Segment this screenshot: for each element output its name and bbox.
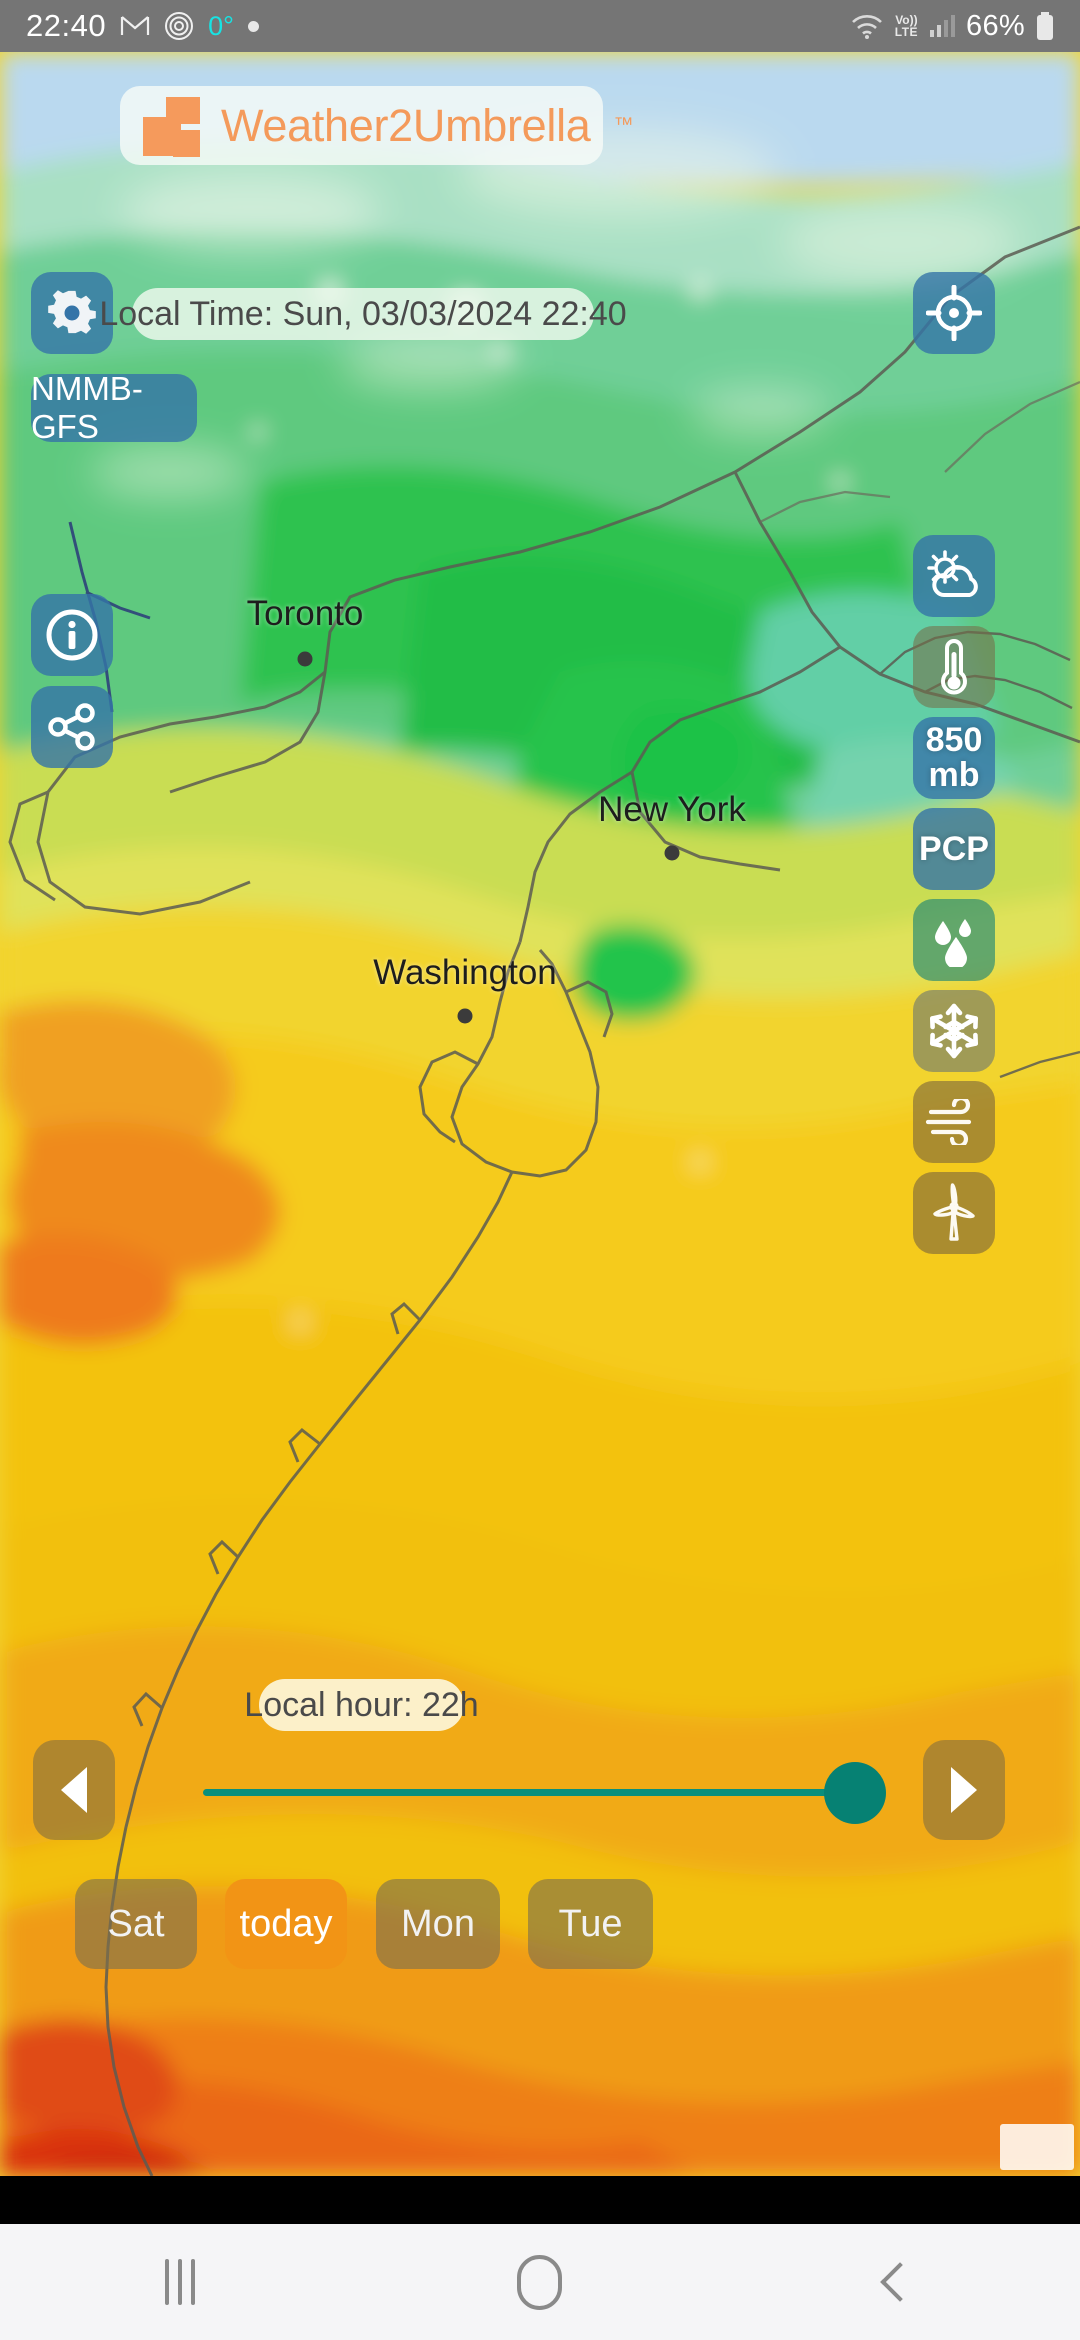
battery-percent: 66% [966, 9, 1025, 42]
trademark-symbol: ™ [613, 114, 634, 136]
info-button[interactable] [31, 594, 113, 676]
day-button-today[interactable]: today [225, 1879, 347, 1969]
back-button[interactable] [720, 2262, 1080, 2302]
local-time-label: Local Time: Sun, 03/03/2024 22:40 [99, 288, 627, 340]
status-bar-left: 22:40 0° [26, 8, 259, 44]
sun-cloud-icon [927, 550, 978, 597]
signal-icon [930, 15, 956, 37]
status-bar: 22:40 0° Vo)) LTE 66% [0, 0, 1080, 52]
precipitation-button-label: PCP [919, 829, 989, 868]
wind-energy-layer-button[interactable] [913, 1172, 995, 1254]
day-selector: Sat today Mon Tue [0, 1879, 1080, 1979]
hour-slider-thumb[interactable] [824, 1762, 886, 1824]
home-button[interactable] [360, 2254, 720, 2310]
day-label: Sat [107, 1902, 165, 1945]
day-button-sat[interactable]: Sat [75, 1879, 197, 1969]
day-button-mon[interactable]: Mon [376, 1879, 500, 1969]
day-label: Mon [401, 1902, 475, 1945]
city-point-new-york [664, 845, 680, 861]
day-label: Tue [558, 1902, 623, 1945]
stacked-squares-logo-icon [142, 95, 204, 157]
gear-icon [48, 290, 96, 334]
app-root: 22:40 0° Vo)) LTE 66% Toronto New York W… [0, 0, 1080, 2340]
fingerprint-icon [165, 12, 194, 40]
gmail-icon [120, 16, 150, 35]
share-button[interactable] [31, 686, 113, 768]
recent-apps-icon [164, 2259, 195, 2305]
rain-layer-button[interactable] [913, 899, 995, 981]
dot-icon [247, 20, 259, 32]
city-point-toronto [297, 651, 313, 667]
app-title: Weather2Umbrella [221, 99, 591, 151]
city-label-new-york: New York [598, 790, 746, 829]
city-label-toronto: Toronto [246, 594, 364, 633]
city-point-washington [457, 1008, 473, 1024]
app-logo-banner[interactable]: Weather2Umbrella ™ [120, 86, 634, 165]
model-button[interactable]: NMMB-GFS [31, 370, 197, 445]
home-icon [517, 2254, 563, 2310]
status-temperature: 0° [208, 10, 234, 41]
timeline-controls [0, 1740, 1080, 1840]
battery-icon [1037, 12, 1053, 40]
system-nav-bar [0, 2224, 1080, 2340]
volte-icon: Vo)) LTE [894, 13, 919, 39]
locate-button[interactable] [913, 272, 995, 354]
wind-turbine-icon [933, 1183, 975, 1241]
status-bar-right: Vo)) LTE 66% [850, 10, 1054, 43]
pressure-button-label: 850 mb [925, 721, 983, 794]
wind-layer-button[interactable] [913, 1081, 995, 1163]
chevron-left-icon [61, 1767, 87, 1813]
wifi-icon [851, 15, 882, 39]
next-hour-button[interactable] [923, 1740, 1005, 1840]
chevron-right-icon [951, 1767, 977, 1813]
previous-hour-button[interactable] [33, 1740, 115, 1840]
crosshair-icon [926, 285, 982, 341]
model-button-label: NMMB-GFS [31, 370, 143, 445]
raindrops-icon [935, 919, 971, 967]
wind-icon [925, 1099, 972, 1145]
info-icon [46, 609, 98, 661]
day-label: today [239, 1902, 333, 1945]
snowflake-icon [930, 1003, 978, 1059]
hour-slider-track[interactable] [203, 1789, 875, 1796]
map-watermark [1000, 2124, 1074, 2170]
share-icon [48, 703, 95, 751]
day-button-tue[interactable]: Tue [528, 1879, 653, 1969]
snow-layer-button[interactable] [913, 990, 995, 1072]
thermometer-icon [941, 638, 967, 695]
recent-apps-button[interactable] [0, 2259, 360, 2305]
chevron-back-icon [880, 2262, 920, 2302]
pressure-layer-button[interactable]: 850 mb [913, 717, 995, 799]
local-hour-label: Local hour: 22h [244, 1679, 479, 1731]
precipitation-layer-button[interactable]: PCP [913, 808, 995, 890]
city-label-washington: Washington [373, 953, 557, 992]
temperature-layer-button[interactable] [913, 626, 995, 708]
status-clock: 22:40 [26, 8, 107, 43]
cloud-layer-button[interactable] [913, 535, 995, 617]
